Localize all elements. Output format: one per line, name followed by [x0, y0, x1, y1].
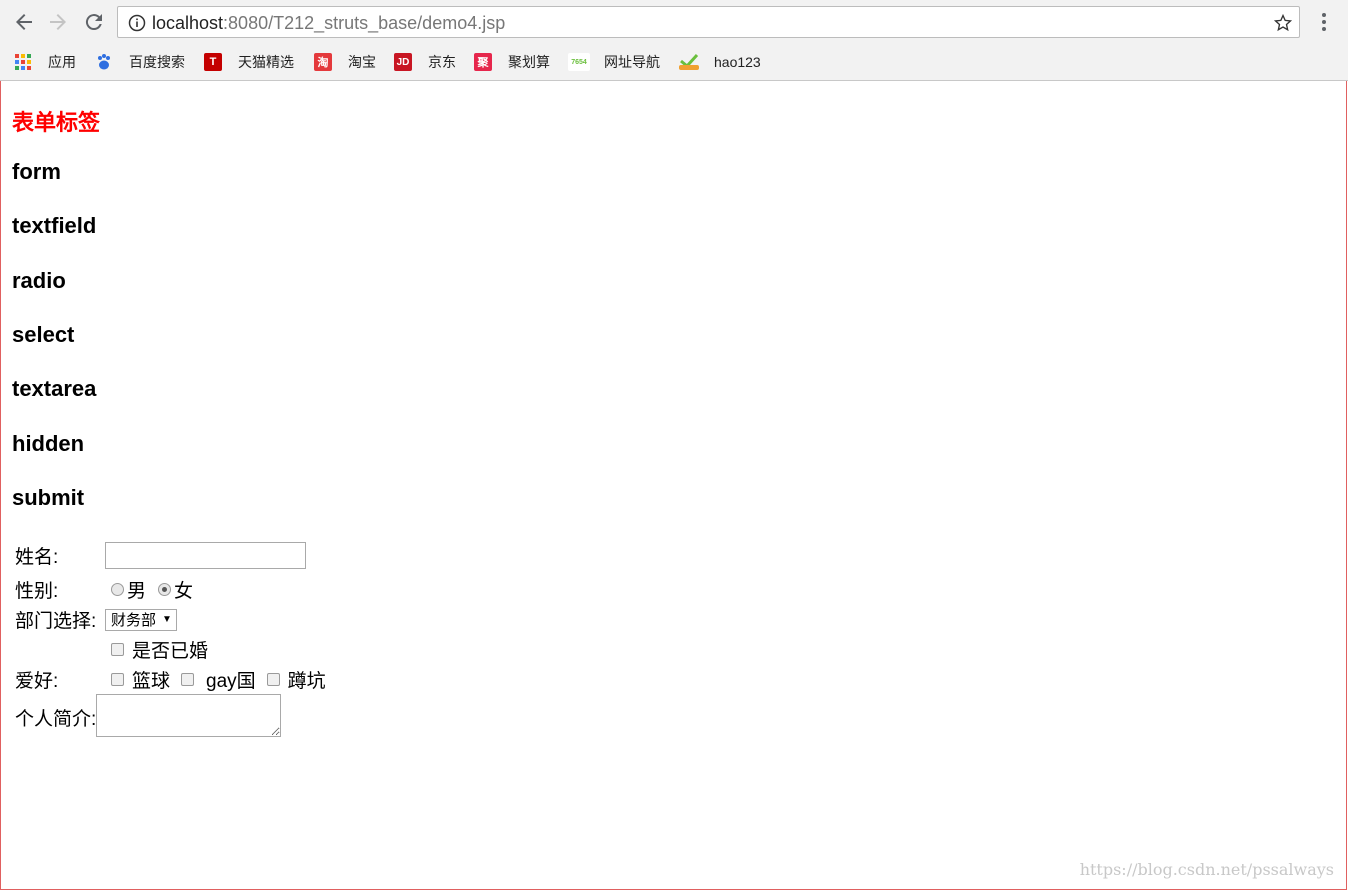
heading-submit: submit [12, 485, 85, 510]
hobby-row: 爱好: 篮球 gay国 蹲坑 [15, 666, 326, 693]
bookmarks-bar: 应用 百度搜索 T 天猫精选 淘 淘宝 JD 京东 聚 聚划算 7654 网址导… [0, 48, 1348, 76]
heading-textfield: textfield [12, 213, 97, 238]
info-icon[interactable] [128, 14, 146, 37]
hao123-icon [678, 53, 700, 71]
forward-arrow-icon [50, 14, 66, 30]
baidu-paw-icon [95, 53, 113, 71]
heading-hidden: hidden [12, 431, 85, 456]
married-label: 是否已婚 [132, 641, 209, 662]
menu-icon[interactable] [1314, 10, 1334, 39]
hobby-checkbox-basketball[interactable] [111, 673, 124, 686]
bookmark-label: 京东 [428, 54, 456, 70]
gender-row: 性别: 男 女 [15, 576, 193, 603]
dropdown-arrow-icon: ▼ [162, 614, 172, 625]
gender-option-male: 男 [127, 581, 147, 602]
apps-grid-icon [14, 53, 32, 71]
hobby-label-basketball: 篮球 [132, 671, 171, 692]
heading-textarea: textarea [12, 376, 97, 401]
department-selected-value: 财务部 [111, 612, 157, 629]
bookmark-7654[interactable]: 7654 网址导航 [568, 51, 660, 73]
heading-form: form [12, 159, 61, 184]
watermark: https://blog.csdn.net/pssalways [1079, 860, 1334, 879]
department-row: 部门选择: 财务部 ▼ [15, 606, 177, 633]
name-input[interactable] [105, 542, 306, 569]
bookmark-label: 应用 [48, 54, 76, 70]
heading-select: select [12, 322, 75, 347]
back-button[interactable] [12, 10, 36, 34]
name-row: 姓名: [15, 542, 306, 569]
intro-label: 个人简介: [15, 709, 97, 730]
gender-radio-female[interactable] [158, 583, 172, 596]
bookmark-taobao[interactable]: 淘 淘宝 [314, 51, 376, 73]
intro-row: 个人简介: [15, 694, 282, 737]
bookmark-label: 聚划算 [508, 54, 550, 70]
bookmark-juhuasuan[interactable]: 聚 聚划算 [474, 51, 550, 73]
taobao-icon: 淘 [314, 53, 332, 71]
bookmark-jd[interactable]: JD 京东 [394, 51, 456, 73]
married-row: 是否已婚 [15, 636, 208, 663]
7654-icon: 7654 [568, 53, 590, 71]
bookmark-apps[interactable]: 应用 [14, 51, 76, 73]
page-title: 表单标签 [12, 110, 101, 135]
department-label: 部门选择: [15, 611, 97, 632]
tmall-icon: T [204, 53, 222, 71]
gender-label: 性别: [15, 581, 59, 602]
department-select[interactable]: 财务部 ▼ [105, 608, 177, 631]
name-label: 姓名: [15, 547, 59, 568]
bookmark-tmall[interactable]: T 天猫精选 [204, 51, 294, 73]
bookmark-label: 天猫精选 [238, 54, 294, 70]
browser-toolbar: localhost:8080/T212_struts_base/demo4.js… [0, 0, 1348, 81]
reload-button[interactable] [82, 10, 106, 34]
bookmark-hao123[interactable]: hao123 [678, 51, 761, 73]
juhuasuan-icon: 聚 [474, 53, 492, 71]
url-text[interactable]: localhost:8080/T212_struts_base/demo4.js… [152, 13, 505, 34]
gender-radio-male[interactable] [111, 583, 124, 596]
bookmark-label: 网址导航 [604, 54, 660, 70]
hobby-label-gay: gay国 [206, 671, 256, 692]
gender-option-female: 女 [174, 581, 194, 602]
back-arrow-icon [16, 14, 32, 30]
hobby-label: 爱好: [15, 671, 59, 692]
bookmark-label: hao123 [714, 54, 761, 70]
intro-textarea[interactable] [96, 694, 282, 737]
hobby-label-squat: 蹲坑 [287, 671, 326, 692]
bookmark-baidu[interactable]: 百度搜索 [95, 51, 185, 73]
reload-icon [85, 14, 102, 31]
address-bar[interactable]: localhost:8080/T212_struts_base/demo4.js… [117, 6, 1300, 38]
heading-radio: radio [12, 268, 66, 293]
bookmark-label: 百度搜索 [129, 54, 185, 70]
bookmark-label: 淘宝 [348, 54, 376, 70]
hobby-checkbox-gay[interactable] [181, 673, 195, 686]
forward-button[interactable] [46, 10, 70, 34]
married-checkbox[interactable] [111, 643, 124, 656]
jd-icon: JD [394, 53, 412, 71]
page-content: 表单标签 form textfield radio select textare… [0, 81, 1347, 890]
hobby-checkbox-squat[interactable] [266, 673, 280, 686]
bookmark-star-icon[interactable] [1273, 13, 1293, 38]
